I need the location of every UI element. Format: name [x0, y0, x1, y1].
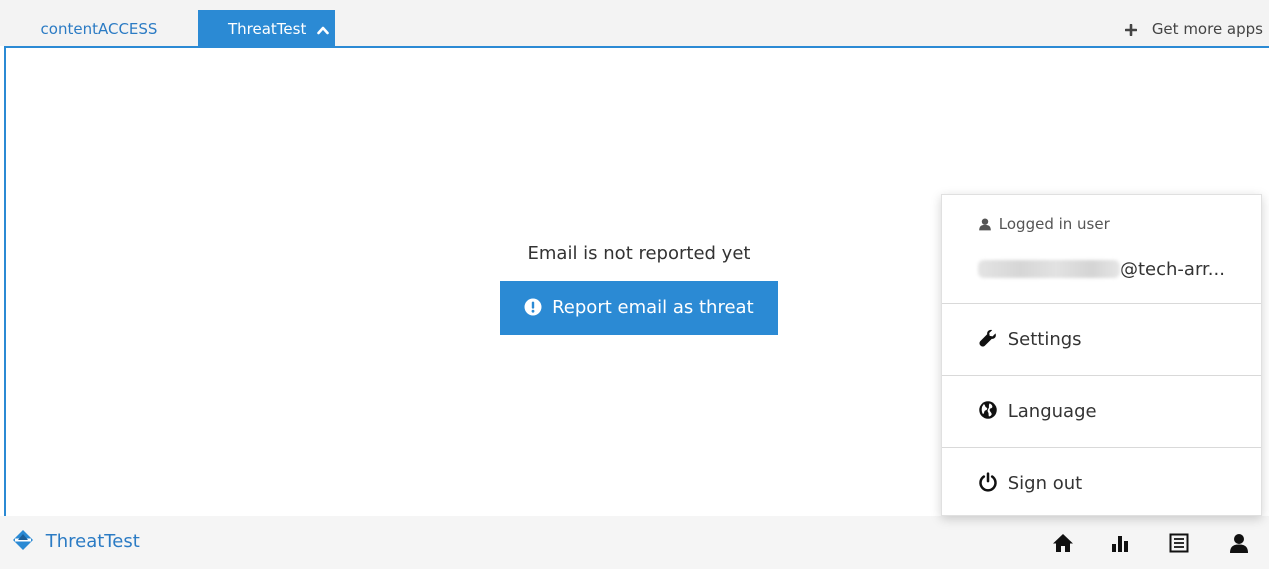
footer-nav	[1051, 531, 1251, 557]
threattest-logo-icon	[12, 530, 46, 552]
home-icon[interactable]	[1051, 531, 1075, 555]
plus-icon	[1124, 12, 1138, 50]
user-email-domain: @tech-arr...	[1120, 259, 1225, 280]
menu-item-settings[interactable]: Settings	[942, 304, 1261, 376]
user-icon[interactable]	[1227, 531, 1251, 555]
exclamation-circle-icon	[524, 297, 552, 318]
bar-chart-icon[interactable]	[1109, 531, 1133, 555]
user-email: @tech-arr...	[978, 259, 1225, 280]
footer-brand[interactable]: ThreatTest	[12, 528, 140, 556]
tab-contentaccess[interactable]: contentACCESS	[0, 10, 198, 46]
globe-icon	[978, 401, 1008, 422]
list-icon[interactable]	[1167, 531, 1191, 555]
get-more-apps-label: Get more apps	[1151, 20, 1263, 38]
redacted-username	[978, 260, 1120, 278]
chevron-up-icon	[317, 11, 329, 49]
report-email-button[interactable]: Report email as threat	[500, 281, 778, 335]
tab-threattest[interactable]: ThreatTest	[198, 10, 335, 46]
logged-in-user-text: Logged in user	[998, 215, 1110, 233]
footer-bar: ThreatTest	[0, 516, 1269, 569]
app-tab-bar: contentACCESS ThreatTest Get more apps	[0, 0, 1269, 46]
user-icon	[978, 215, 999, 233]
footer-brand-label: ThreatTest	[45, 531, 140, 552]
menu-item-language-label: Language	[1007, 401, 1097, 422]
tab-threattest-label: ThreatTest	[228, 20, 307, 38]
get-more-apps-link[interactable]: Get more apps	[1124, 10, 1263, 46]
logged-in-user-section: Logged in user @tech-arr...	[942, 195, 1261, 304]
report-email-button-label: Report email as threat	[552, 297, 754, 318]
power-icon	[978, 472, 1008, 494]
menu-item-settings-label: Settings	[1007, 329, 1082, 350]
menu-item-language[interactable]: Language	[942, 376, 1261, 448]
report-status-text: Email is not reported yet	[527, 243, 751, 264]
menu-item-sign-out[interactable]: Sign out	[942, 448, 1261, 520]
menu-item-sign-out-label: Sign out	[1007, 473, 1083, 494]
wrench-icon	[978, 329, 1008, 350]
logged-in-user-label: Logged in user	[978, 215, 1110, 233]
user-dropdown-menu: Logged in user @tech-arr... Settings Lan…	[941, 194, 1262, 516]
